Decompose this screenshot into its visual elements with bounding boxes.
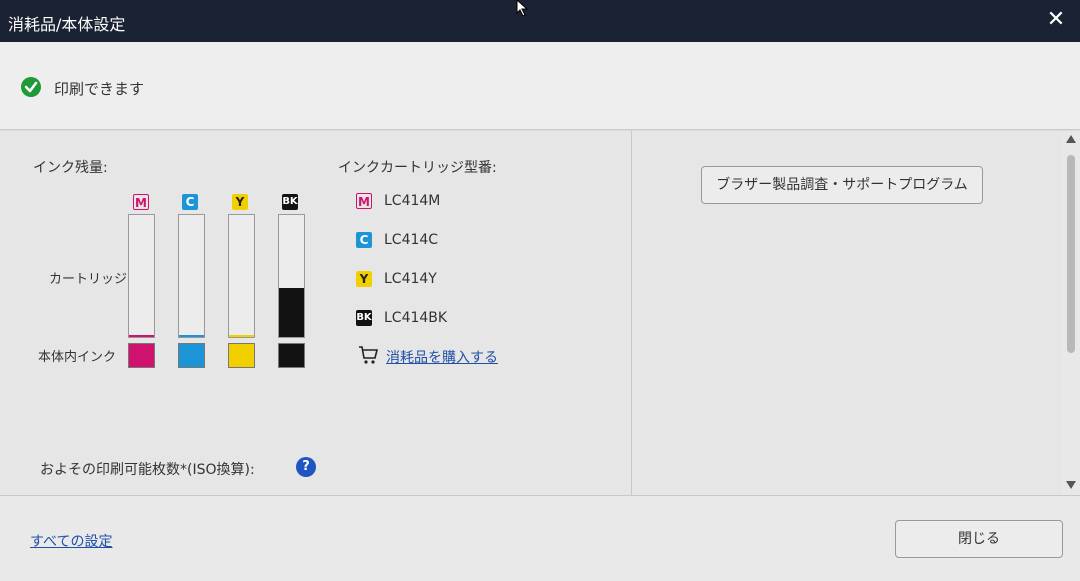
cartridge-fill-c: [179, 335, 204, 337]
mouse-cursor-icon: [516, 0, 529, 16]
internal-ink-c: [178, 343, 205, 368]
cartridge-level-m: [128, 214, 155, 338]
model-letter-bk: BK: [356, 310, 372, 326]
internal-ink-bk: [278, 343, 305, 368]
cartridge-level-c: [178, 214, 205, 338]
buy-supplies-link[interactable]: 消耗品を購入する: [386, 347, 498, 367]
cartridge-model-heading: インクカートリッジ型番:: [338, 160, 497, 176]
model-bk: LC414BK: [384, 310, 448, 326]
cartridge-fill-m: [129, 335, 154, 337]
ink-letter-c: C: [182, 194, 198, 210]
model-m: LC414M: [384, 193, 441, 209]
support-panel: ブラザー製品調査・サポートプログラム: [633, 131, 1061, 495]
scroll-up-icon[interactable]: [1066, 135, 1076, 143]
cartridge-fill-y: [229, 335, 254, 337]
status-bar: 印刷できます: [0, 42, 1080, 130]
footer-bar: すべての設定 閉じる: [0, 495, 1080, 581]
help-icon[interactable]: ?: [296, 457, 316, 477]
ink-letter-m: M: [133, 194, 149, 210]
ink-letter-y: Y: [232, 194, 248, 210]
ink-level-heading: インク残量:: [33, 160, 108, 176]
close-icon[interactable]: ✕: [1042, 6, 1070, 34]
shopping-cart-icon[interactable]: [358, 345, 380, 365]
all-settings-link[interactable]: すべての設定: [30, 531, 112, 551]
check-circle-icon: [21, 77, 41, 97]
ink-letter-bk: BK: [282, 194, 298, 210]
ink-panel: インク残量: M C Y BK カートリッジ 本体内インク インクカートリッジ型…: [0, 131, 632, 495]
scroll-thumb[interactable]: [1067, 155, 1075, 353]
close-button[interactable]: 閉じる: [895, 520, 1063, 558]
model-letter-y: Y: [356, 271, 372, 287]
model-y: LC414Y: [384, 271, 437, 287]
model-letter-m: M: [356, 193, 372, 209]
window-title: 消耗品/本体設定: [8, 15, 126, 34]
internal-ink-row-label: 本体内インク: [38, 350, 117, 365]
title-bar: 消耗品/本体設定 ✕: [0, 0, 1080, 42]
page-estimate-label: およその印刷可能枚数*(ISO換算):: [40, 462, 255, 478]
cartridge-fill-bk: [279, 288, 304, 337]
vertical-scrollbar[interactable]: [1062, 131, 1080, 495]
scroll-down-icon[interactable]: [1066, 481, 1076, 489]
internal-ink-m: [128, 343, 155, 368]
support-program-button[interactable]: ブラザー製品調査・サポートプログラム: [701, 166, 983, 204]
model-letter-c: C: [356, 232, 372, 248]
model-c: LC414C: [384, 232, 439, 248]
internal-ink-y: [228, 343, 255, 368]
status-text: 印刷できます: [54, 80, 145, 98]
cartridge-row-label: カートリッジ: [49, 272, 128, 287]
cartridge-level-y: [228, 214, 255, 338]
main-content: インク残量: M C Y BK カートリッジ 本体内インク インクカートリッジ型…: [0, 131, 1080, 495]
cartridge-level-bk: [278, 214, 305, 338]
